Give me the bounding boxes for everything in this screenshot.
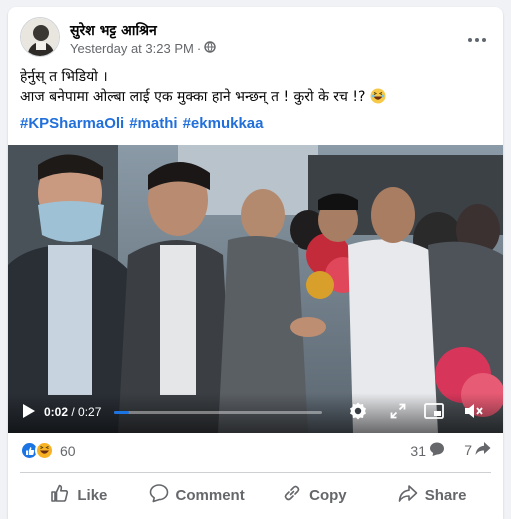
share-label: Share xyxy=(424,486,467,504)
haha-reaction-icon xyxy=(35,441,54,460)
progress-bar[interactable] xyxy=(114,411,322,414)
timestamp[interactable]: Yesterday at 3:23 PM xyxy=(70,41,194,56)
progress-fill xyxy=(114,411,130,414)
hashtags: #KPSharmaOli #mathi #ekmukkaa xyxy=(20,115,263,132)
post-text-line-1: हेर्नुस् त भिडियो । xyxy=(20,69,108,85)
post-actions: Like Comment Copy Share xyxy=(20,477,491,513)
hashtag-link[interactable]: #KPSharmaOli xyxy=(20,115,124,132)
comment-count-value: 31 xyxy=(410,442,426,459)
globe-icon xyxy=(204,41,216,56)
reactions-summary[interactable]: 60 xyxy=(20,441,76,460)
hashtag-link[interactable]: #ekmukkaa xyxy=(183,115,264,132)
like-icon xyxy=(50,483,70,507)
post-meta: Yesterday at 3:23 PM · xyxy=(70,41,216,56)
post-text: हेर्नुस् त भिडियो । आज बनेपामा ओल्बा लाई… xyxy=(20,67,491,110)
video-frame xyxy=(8,145,503,433)
post-card: सुरेश भट्ट आश्रिन Yesterday at 3:23 PM ·… xyxy=(8,7,503,519)
play-button[interactable] xyxy=(20,404,38,422)
copy-icon xyxy=(282,483,302,507)
comments-count[interactable]: 31 xyxy=(410,441,445,460)
settings-icon xyxy=(348,401,368,425)
fullscreen-icon xyxy=(390,403,406,423)
hashtag-link[interactable]: #mathi xyxy=(129,115,177,132)
current-time: 0:02 xyxy=(44,405,69,419)
share-icon xyxy=(475,441,491,459)
more-icon xyxy=(467,28,487,47)
comment-icon xyxy=(149,483,169,507)
divider xyxy=(20,472,491,473)
avatar[interactable] xyxy=(20,17,60,57)
share-count-value: 7 xyxy=(464,442,472,458)
comment-button[interactable]: Comment xyxy=(138,477,256,513)
pip-icon xyxy=(424,403,444,423)
volume-button[interactable] xyxy=(463,403,485,423)
copy-label: Copy xyxy=(309,486,347,504)
post-header: सुरेश भट्ट आश्रिन Yesterday at 3:23 PM · xyxy=(20,17,491,61)
shares-count[interactable]: 7 xyxy=(464,441,491,459)
comment-label: Comment xyxy=(175,486,245,504)
picture-in-picture-button[interactable] xyxy=(423,403,445,423)
laughing-emoji-icon xyxy=(370,88,386,110)
play-icon xyxy=(22,403,36,423)
more-options-button[interactable] xyxy=(463,25,491,49)
like-button[interactable]: Like xyxy=(20,477,138,513)
fullscreen-button[interactable] xyxy=(388,403,408,423)
video-time: 0:02 / 0:27 xyxy=(44,405,101,419)
copy-button[interactable]: Copy xyxy=(256,477,374,513)
settings-button[interactable] xyxy=(348,401,368,425)
share-button[interactable]: Share xyxy=(373,477,491,513)
meta-separator: · xyxy=(196,41,202,56)
author-name[interactable]: सुरेश भट्ट आश्रिन xyxy=(70,21,157,40)
post-text-line-2: आज बनेपामा ओल्बा लाई एक मुक्का हाने भन्छ… xyxy=(20,87,491,110)
volume-icon xyxy=(464,403,484,423)
video-player[interactable]: 0:02 / 0:27 xyxy=(8,145,503,433)
comment-icon xyxy=(429,441,445,460)
share-icon xyxy=(398,483,418,507)
post-stats: 60 31 7 xyxy=(20,441,491,463)
video-controls: 0:02 / 0:27 xyxy=(8,393,503,433)
duration: / 0:27 xyxy=(71,405,102,419)
reaction-count: 60 xyxy=(60,442,76,459)
like-label: Like xyxy=(77,486,108,504)
